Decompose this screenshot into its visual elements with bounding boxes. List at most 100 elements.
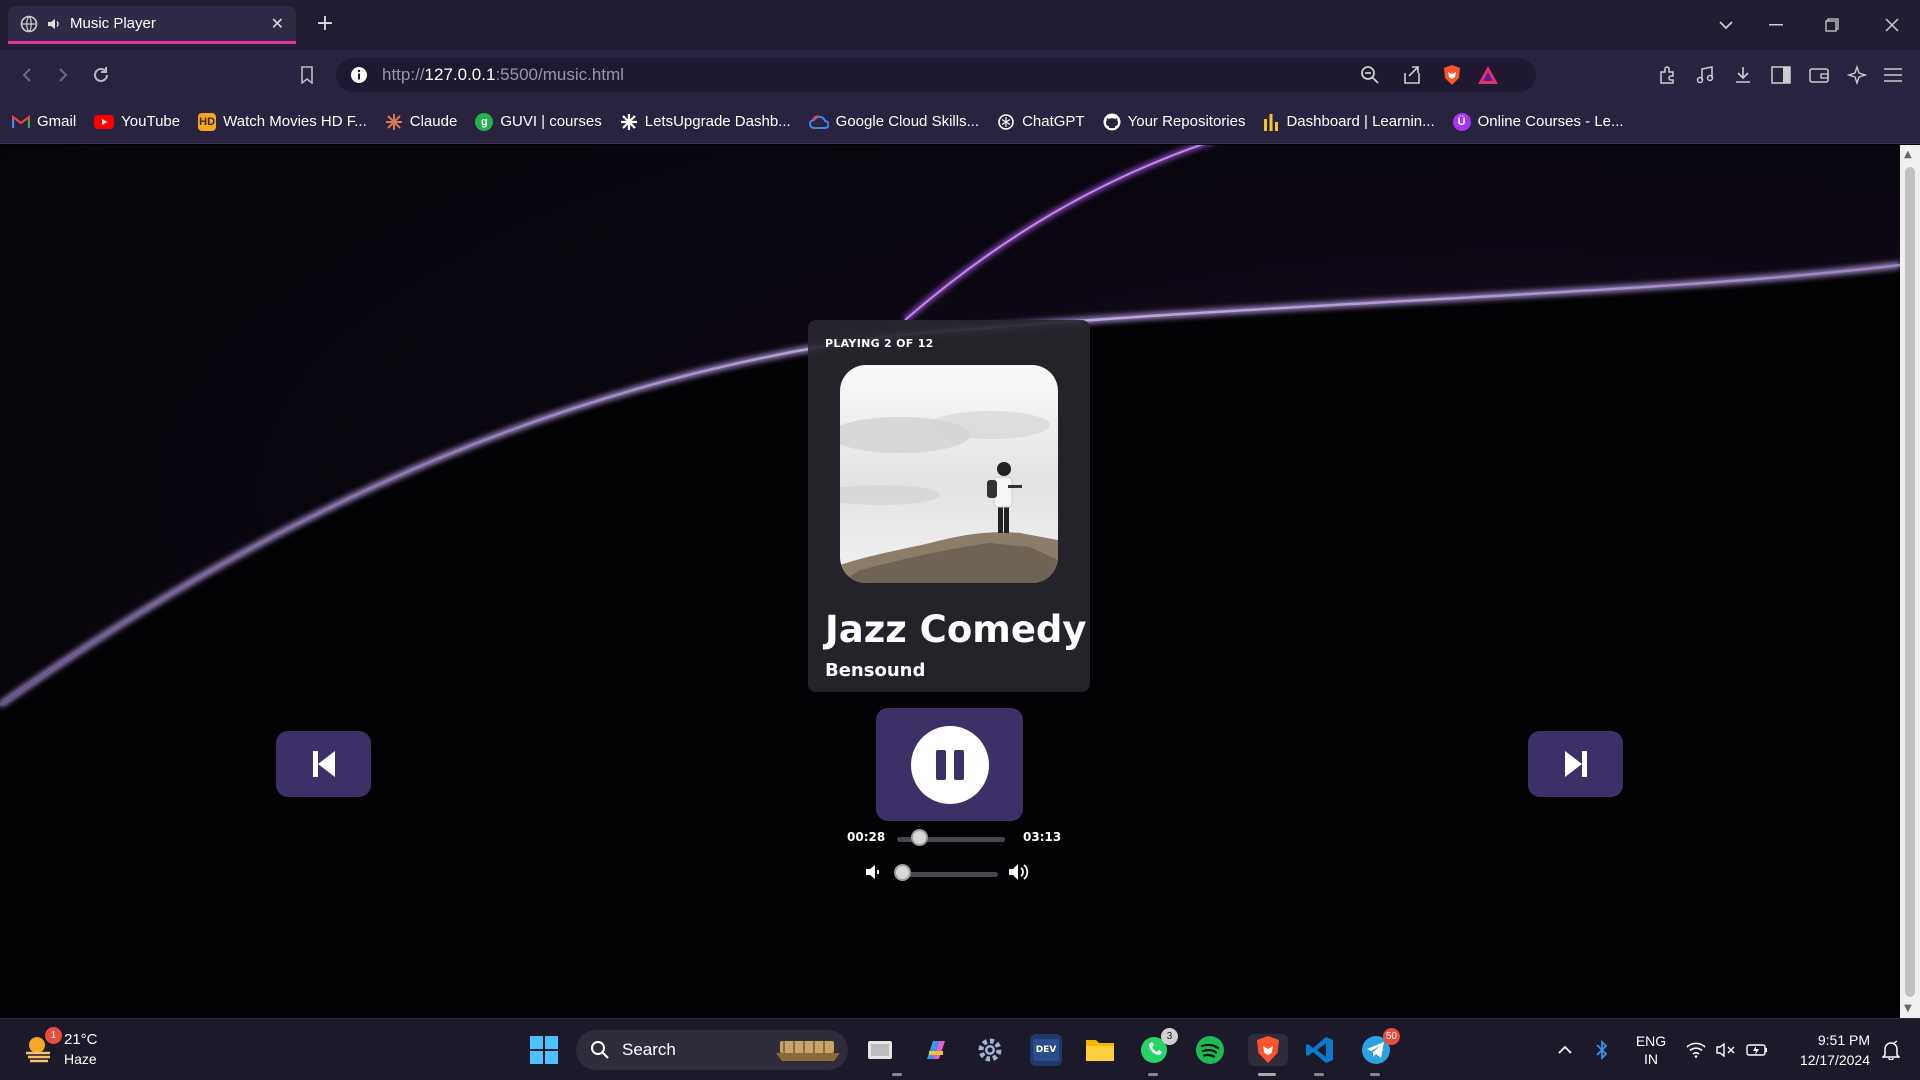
bookmark-guvi[interactable]: g GUVI | courses [475, 112, 602, 131]
active-indicator [1258, 1073, 1276, 1076]
weather-temp: 21°C [64, 1031, 98, 1048]
telegram-badge: 50 [1382, 1028, 1400, 1045]
page-scrollbar[interactable]: ▲ ▼ [1900, 145, 1920, 1018]
scroll-up-arrow-icon[interactable]: ▲ [1904, 149, 1912, 160]
previous-track-button[interactable] [276, 731, 371, 797]
bookmark-github[interactable]: Your Repositories [1103, 113, 1245, 131]
volume-slider-thumb[interactable] [894, 864, 911, 881]
music-player-page: PLAYING 2 OF 12 Jazz Comedy Bensound 00:… [0, 145, 1900, 1018]
running-indicator [1314, 1073, 1324, 1076]
media-music-icon[interactable] [1692, 62, 1718, 88]
bookmark-claude[interactable]: Claude [385, 113, 457, 131]
brave-shield-icon[interactable] [1440, 63, 1464, 87]
weather-widget[interactable]: 1 [22, 1027, 62, 1067]
speaker-icon[interactable] [46, 16, 62, 32]
start-button[interactable] [528, 1034, 560, 1066]
new-tab-button[interactable]: + [312, 12, 338, 38]
whatsapp-badge: 3 [1161, 1028, 1178, 1045]
whatsapp-app[interactable]: 3 [1138, 1028, 1178, 1066]
bookmark-dashboard[interactable]: Dashboard | Learnin... [1263, 113, 1435, 131]
notification-bell-icon[interactable] [1876, 1019, 1906, 1080]
skip-next-icon [1564, 751, 1587, 777]
wifi-icon[interactable] [1684, 1019, 1708, 1080]
leo-ai-icon[interactable] [1844, 62, 1870, 88]
forward-arrow-icon[interactable] [50, 62, 76, 88]
bookmark-watch-movies[interactable]: HD Watch Movies HD F... [198, 112, 367, 131]
bookmark-google-cloud[interactable]: Google Cloud Skills... [808, 113, 979, 130]
language-indicator[interactable]: ENG IN [1628, 1019, 1674, 1080]
claude-icon [385, 113, 402, 130]
bookmark-youtube[interactable]: YouTube [94, 113, 180, 130]
battery-charging-icon[interactable] [1744, 1019, 1770, 1080]
tray-overflow-chevron-icon[interactable] [1552, 1019, 1578, 1080]
scrollbar-thumb[interactable] [1905, 167, 1915, 997]
copilot-app[interactable] [920, 1034, 952, 1066]
share-icon[interactable] [1400, 63, 1424, 87]
address-bar[interactable]: http://127.0.0.1:5500/music.html [336, 58, 1536, 92]
reload-icon[interactable] [88, 62, 114, 88]
restore-button[interactable] [1804, 0, 1860, 50]
settings-app[interactable] [974, 1034, 1006, 1066]
back-arrow-icon[interactable] [14, 62, 40, 88]
volume-up-icon[interactable] [1007, 861, 1033, 887]
browser-toolbar: http://127.0.0.1:5500/music.html [0, 50, 1920, 100]
clock-date: 12/17/2024 [1799, 1052, 1870, 1068]
running-indicator [1148, 1073, 1158, 1076]
spotify-icon [1196, 1036, 1224, 1064]
file-explorer-app[interactable] [1084, 1034, 1116, 1066]
artist-name: Bensound [825, 660, 926, 681]
tab-close-icon[interactable]: ✕ [271, 14, 284, 33]
tab-title: Music Player [70, 15, 156, 32]
total-time: 03:13 [1023, 830, 1062, 844]
tab-search-chevron-icon[interactable] [1698, 0, 1754, 50]
next-track-button[interactable] [1528, 731, 1623, 797]
gmail-icon [12, 114, 30, 128]
copilot-icon [927, 1041, 945, 1059]
search-icon [591, 1041, 609, 1059]
task-view-button[interactable] [864, 1034, 896, 1066]
brave-rewards-icon[interactable] [1476, 63, 1500, 87]
tab-music-player[interactable]: Music Player ✕ [8, 6, 296, 44]
volume-slider[interactable] [896, 872, 998, 877]
bookmark-icon[interactable] [294, 62, 320, 88]
volume-muted-tray-icon[interactable] [1714, 1019, 1738, 1080]
now-playing-card: PLAYING 2 OF 12 Jazz Comedy Bensound [808, 320, 1090, 692]
spotify-app[interactable] [1194, 1034, 1226, 1066]
playing-status: PLAYING 2 OF 12 [825, 337, 934, 350]
google-cloud-icon [808, 114, 829, 129]
running-indicator [1370, 1073, 1380, 1076]
bookmark-udemy[interactable]: Ü Online Courses - Le... [1452, 112, 1624, 131]
brave-browser-app[interactable] [1248, 1034, 1288, 1066]
menu-hamburger-icon[interactable] [1880, 62, 1906, 88]
minimize-button[interactable] [1748, 0, 1804, 50]
udemy-icon: Ü [1452, 112, 1471, 131]
pause-icon [935, 749, 964, 780]
sidebar-toggle-icon[interactable] [1768, 62, 1794, 88]
album-art [840, 365, 1058, 583]
song-title: Jazz Comedy [825, 608, 1087, 651]
wallet-icon[interactable] [1806, 62, 1832, 88]
bookmark-letsupgrade[interactable]: LetsUpgrade Dashb... [620, 113, 791, 131]
zoom-icon[interactable] [1358, 63, 1382, 87]
extensions-icon[interactable] [1654, 62, 1680, 88]
scroll-down-arrow-icon[interactable]: ▼ [1904, 1003, 1912, 1014]
bookmark-gmail[interactable]: Gmail [12, 113, 76, 130]
bookmark-chatgpt[interactable]: ChatGPT [997, 113, 1085, 131]
download-icon[interactable] [1730, 62, 1756, 88]
weather-badge: 1 [45, 1027, 62, 1044]
clock[interactable]: 9:51 PM 12/17/2024 [1782, 1019, 1870, 1080]
dev-icon: DEV [1033, 1039, 1059, 1061]
site-info-icon[interactable] [350, 66, 368, 84]
dev-home-app[interactable]: DEV [1030, 1034, 1062, 1066]
close-window-button[interactable] [1864, 0, 1920, 50]
telegram-app[interactable]: 50 [1360, 1028, 1400, 1066]
letsupgrade-icon [620, 113, 637, 130]
volume-mute-icon[interactable] [864, 862, 884, 886]
windows-logo-icon [530, 1036, 558, 1064]
brave-icon [1257, 1036, 1279, 1063]
bookmarks-bar: Gmail YouTube HD Watch Movies HD F... Cl… [0, 100, 1920, 144]
bluetooth-icon[interactable] [1590, 1019, 1614, 1080]
taskbar-search[interactable]: Search [576, 1030, 848, 1070]
vscode-app[interactable] [1304, 1034, 1336, 1066]
play-pause-button[interactable] [876, 708, 1023, 821]
